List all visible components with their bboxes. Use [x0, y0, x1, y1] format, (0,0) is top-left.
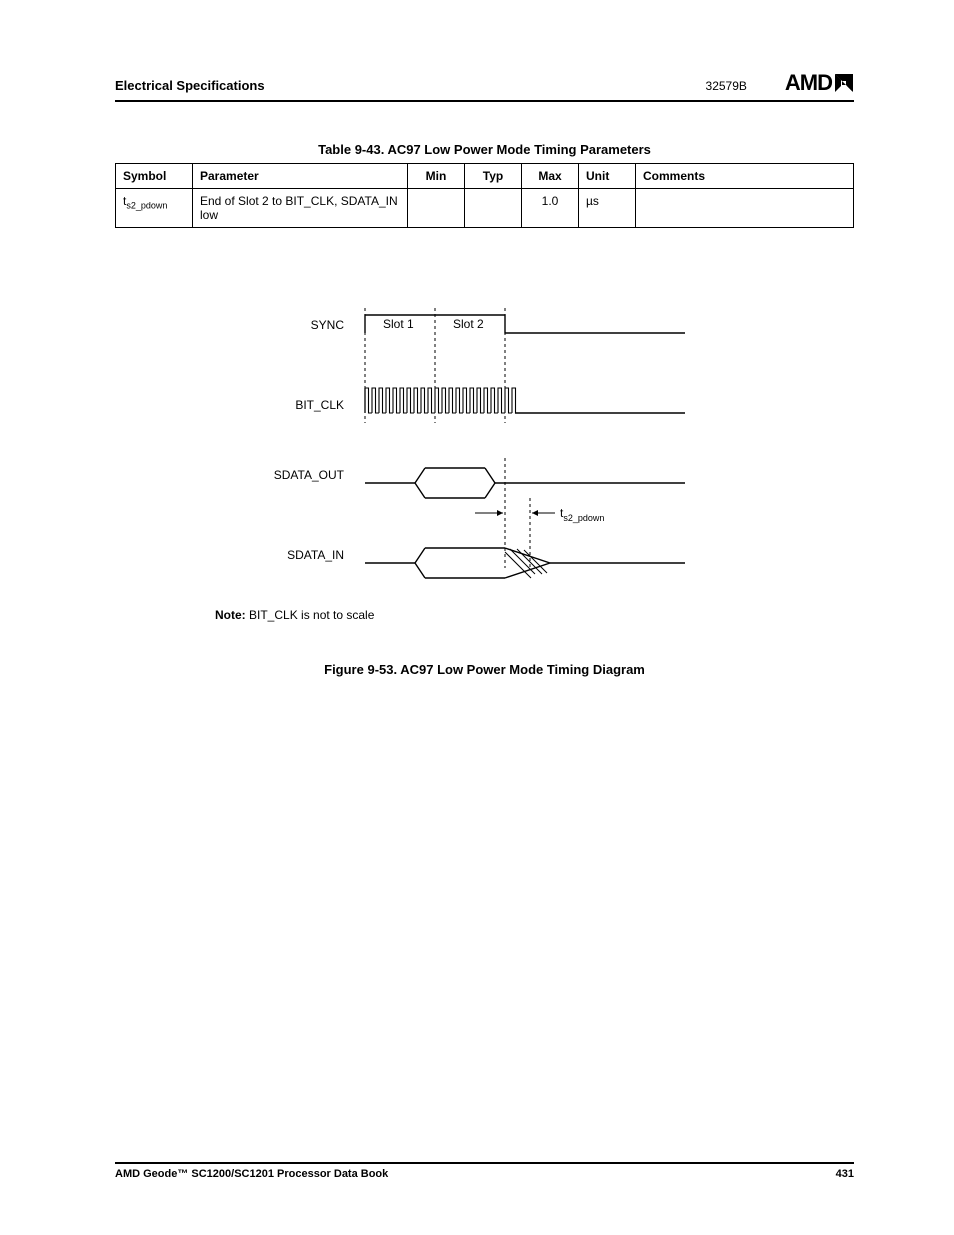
page-footer: AMD Geode™ SC1200/SC1201 Processor Data …: [115, 1162, 854, 1180]
note-text: BIT_CLK is not to scale: [246, 608, 375, 622]
table-caption: Table 9-43. AC97 Low Power Mode Timing P…: [115, 142, 854, 157]
cell-unit: µs: [579, 189, 636, 228]
cell-max: 1.0: [522, 189, 579, 228]
th-symbol: Symbol: [116, 164, 193, 189]
th-min: Min: [408, 164, 465, 189]
diagram-note: Note: BIT_CLK is not to scale: [215, 608, 854, 622]
section-title: Electrical Specifications: [115, 78, 265, 93]
page-header: Electrical Specifications 32579B AMD: [115, 70, 854, 102]
th-parameter: Parameter: [193, 164, 408, 189]
figure-caption: Figure 9-53. AC97 Low Power Mode Timing …: [115, 662, 854, 677]
cell-symbol: ts2_pdown: [116, 189, 193, 228]
cell-comments: [636, 189, 854, 228]
amd-logo: AMD: [785, 70, 854, 96]
slot1-label: Slot 1: [383, 317, 414, 331]
th-max: Max: [522, 164, 579, 189]
cell-min: [408, 189, 465, 228]
footer-page-number: 431: [836, 1168, 854, 1180]
footer-book-title: AMD Geode™ SC1200/SC1201 Processor Data …: [115, 1168, 388, 1180]
th-typ: Typ: [465, 164, 522, 189]
cell-parameter: End of Slot 2 to BIT_CLK, SDATA_IN low: [193, 189, 408, 228]
timing-parameters-table: Symbol Parameter Min Typ Max Unit Commen…: [115, 163, 854, 228]
label-bit-clk: BIT_CLK: [224, 398, 344, 412]
label-sdata-in: SDATA_IN: [224, 548, 344, 562]
table-row: ts2_pdown End of Slot 2 to BIT_CLK, SDAT…: [116, 189, 854, 228]
timing-diagram: SYNC BIT_CLK SDATA_OUT SDATA_IN Slot 1 S…: [115, 308, 854, 588]
th-unit: Unit: [579, 164, 636, 189]
label-sdata-out: SDATA_OUT: [224, 468, 344, 482]
marker-label: ts2_pdown: [560, 506, 604, 523]
label-sync: SYNC: [224, 318, 344, 332]
slot2-label: Slot 2: [453, 317, 484, 331]
cell-typ: [465, 189, 522, 228]
th-comments: Comments: [636, 164, 854, 189]
note-label: Note:: [215, 608, 246, 622]
doc-number: 32579B: [706, 79, 747, 93]
symbol-subscript: s2_pdown: [126, 200, 167, 210]
amd-logo-text: AMD: [785, 70, 832, 96]
timing-svg: Slot 1 Slot 2: [355, 308, 775, 588]
amd-arrow-icon: [834, 73, 854, 93]
table-header-row: Symbol Parameter Min Typ Max Unit Commen…: [116, 164, 854, 189]
